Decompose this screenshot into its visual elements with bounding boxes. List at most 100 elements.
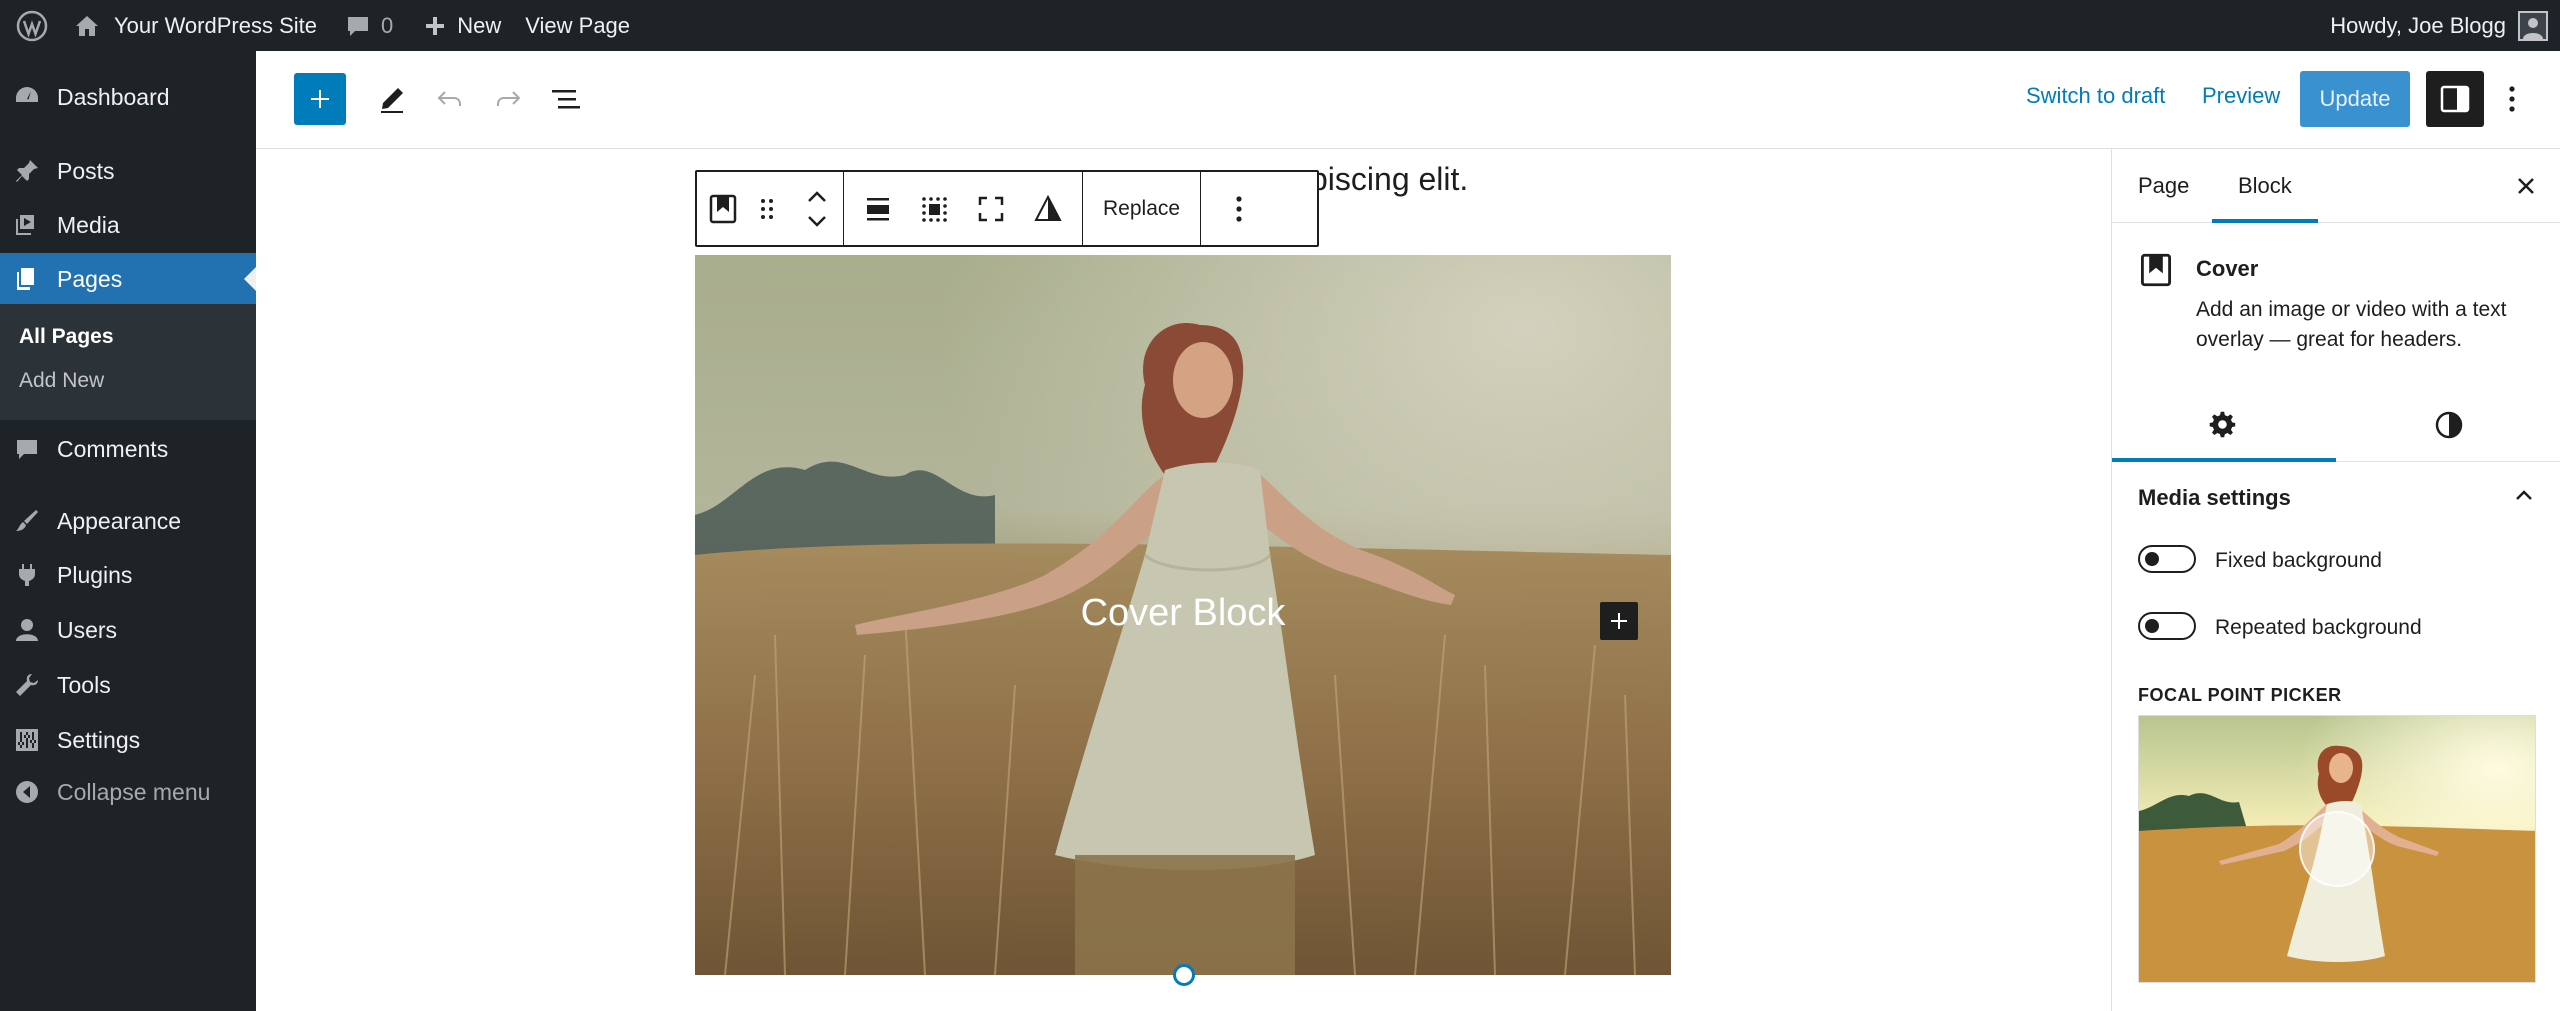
collapse-menu-button[interactable]: Collapse menu <box>0 766 256 818</box>
repeated-background-label: Repeated background <box>2215 616 2422 639</box>
wrench-icon <box>16 674 38 696</box>
menu-item-pages[interactable]: Pages <box>0 253 256 305</box>
cover-add-block-button[interactable] <box>1600 602 1638 640</box>
focal-point-picker[interactable] <box>2138 715 2536 983</box>
greeting: Howdy, Joe Blogg <box>2330 12 2506 38</box>
menu-label: Appearance <box>57 507 182 534</box>
preview-button[interactable]: Preview <box>2202 83 2280 109</box>
comment-count: 0 <box>380 12 394 38</box>
menu-item-appearance[interactable]: Appearance <box>0 495 256 547</box>
fixed-background-label: Fixed background <box>2215 549 2382 572</box>
sidebar-icon <box>2440 85 2470 113</box>
menu-item-media[interactable]: Media <box>0 199 256 251</box>
collapse-label: Collapse menu <box>57 778 211 805</box>
menu-item-tools[interactable]: Tools <box>0 659 256 711</box>
wordpress-logo-icon <box>16 10 48 41</box>
align-button[interactable] <box>850 172 906 245</box>
block-inserter-button[interactable] <box>294 73 346 125</box>
home-icon <box>76 15 98 36</box>
settings-toggle-button[interactable] <box>2426 71 2484 127</box>
editor-header: Switch to draft Preview Update <box>256 51 2560 149</box>
menu-label: Comments <box>57 435 169 462</box>
menu-label: Settings <box>57 726 141 753</box>
plus-icon <box>311 90 329 108</box>
drag-handle[interactable] <box>743 172 791 245</box>
comments-link[interactable]: 0 <box>329 0 405 51</box>
resize-handle[interactable] <box>1173 964 1195 986</box>
tab-settings[interactable] <box>2208 410 2238 445</box>
pin-icon <box>16 160 38 182</box>
switch-to-draft-button[interactable]: Switch to draft <box>2026 83 2165 109</box>
block-toolbar-group-parent <box>697 172 844 245</box>
new-content-button[interactable]: New <box>405 0 513 51</box>
drag-handle-icon <box>761 198 773 219</box>
update-button[interactable]: Update <box>2300 71 2410 127</box>
full-height-button[interactable] <box>962 172 1020 245</box>
menu-label: Media <box>57 211 120 238</box>
repeated-background-toggle[interactable] <box>2138 612 2196 640</box>
block-type-button[interactable] <box>703 172 743 245</box>
submenu-item-all-pages[interactable]: All Pages <box>19 325 114 349</box>
document-overview-button[interactable] <box>540 73 592 125</box>
menu-item-dashboard[interactable]: Dashboard <box>0 71 256 123</box>
submenu-item-add-new[interactable]: Add New <box>19 369 104 393</box>
site-name-link[interactable]: Your WordPress Site <box>60 0 329 51</box>
tab-page[interactable]: Page <box>2138 173 2189 199</box>
cover-block-icon <box>709 194 737 223</box>
menu-item-users[interactable]: Users <box>0 604 256 656</box>
gear-icon <box>2209 411 2236 438</box>
focal-point-label: FOCAL POINT PICKER <box>2138 685 2342 705</box>
block-toolbar: Replace <box>695 170 1319 247</box>
brush-icon <box>16 510 38 531</box>
comment-icon <box>17 440 37 459</box>
block-options-button[interactable] <box>1201 172 1277 245</box>
duotone-icon <box>1034 194 1062 221</box>
options-menu-button[interactable] <box>2492 73 2532 125</box>
menu-label: Tools <box>57 671 111 698</box>
dashboard-icon <box>16 87 38 102</box>
redo-button[interactable] <box>482 73 534 125</box>
sidebar-tabs: Page Block <box>2112 149 2560 223</box>
plus-icon <box>426 16 445 35</box>
site-name: Your WordPress Site <box>114 12 317 38</box>
menu-item-comments[interactable]: Comments <box>0 423 256 475</box>
collapse-icon <box>16 781 38 803</box>
my-account[interactable]: Howdy, Joe Blogg <box>2330 0 2548 51</box>
view-page-link[interactable]: View Page <box>513 0 642 51</box>
content-position-button[interactable] <box>906 172 962 245</box>
menu-label: Plugins <box>57 561 133 588</box>
user-icon <box>16 619 38 641</box>
plugin-icon <box>19 564 35 586</box>
tab-styles[interactable] <box>2434 410 2464 445</box>
cover-title[interactable]: Cover Block <box>695 592 1671 635</box>
media-settings-title[interactable]: Media settings <box>2138 485 2291 511</box>
close-sidebar-button[interactable] <box>2511 171 2541 206</box>
panel-toggle-button[interactable] <box>2511 483 2537 514</box>
block-toolbar-group-more <box>1201 172 1277 245</box>
sliders-icon <box>16 729 38 751</box>
chevron-up-icon[interactable] <box>806 190 828 204</box>
redo-icon <box>497 91 521 106</box>
admin-bar: Your WordPress Site 0 New View Page Howd… <box>0 0 2560 51</box>
paragraph-block[interactable]: piscing elit. <box>1310 161 1468 198</box>
fixed-background-toggle[interactable] <box>2138 545 2196 573</box>
menu-item-posts[interactable]: Posts <box>0 145 256 197</box>
menu-item-settings[interactable]: Settings <box>0 714 256 766</box>
menu-item-plugins[interactable]: Plugins <box>0 549 256 601</box>
settings-sidebar: Page Block Cover Add an image or video w… <box>2111 149 2560 1011</box>
focal-point-handle[interactable] <box>2299 811 2375 887</box>
replace-button[interactable]: Replace <box>1083 172 1200 245</box>
contrast-icon <box>2435 411 2463 439</box>
tools-button[interactable] <box>366 73 418 125</box>
undo-icon <box>437 91 461 106</box>
wordpress-logo-button[interactable] <box>0 0 60 51</box>
align-full-icon <box>867 197 889 220</box>
cover-block[interactable]: Cover Block <box>695 255 1671 975</box>
tab-block[interactable]: Block <box>2238 173 2292 199</box>
duotone-button[interactable] <box>1020 172 1076 245</box>
avatar-icon <box>2523 17 2543 39</box>
chevron-down-icon[interactable] <box>806 214 828 228</box>
list-view-icon <box>552 90 580 109</box>
more-vertical-icon <box>1236 195 1242 222</box>
undo-button[interactable] <box>424 73 476 125</box>
